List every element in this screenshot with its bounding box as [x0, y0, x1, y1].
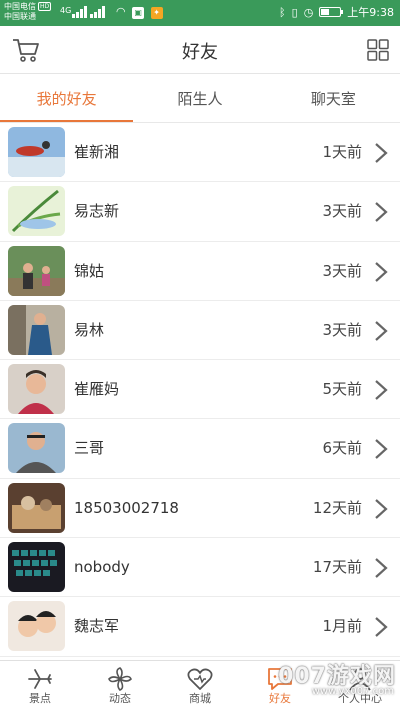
tab-label: 聊天室	[310, 90, 356, 108]
nav-profile[interactable]: 个人中心	[320, 661, 400, 709]
last-active-time: 3天前	[322, 202, 362, 221]
friend-row[interactable]: 锦姑 3天前	[0, 242, 400, 301]
avatar	[8, 186, 65, 237]
heart-icon	[187, 668, 213, 690]
friend-row[interactable]: 18503002718 12天前	[0, 479, 400, 539]
bottom-nav: 景点 动态 商城 好友 个人中心	[0, 660, 400, 709]
tab-label: 陌生人	[177, 90, 223, 108]
last-active-time: 17天前	[312, 558, 362, 577]
chevron-right-icon	[375, 261, 388, 282]
chevron-right-icon	[375, 202, 388, 223]
nav-store[interactable]: 商城	[160, 661, 240, 709]
alarm-icon: ◷	[303, 5, 314, 19]
friend-row[interactable]: 三哥 6天前	[0, 419, 400, 479]
friend-row[interactable]: 易志新 3天前	[0, 182, 400, 242]
chevron-right-icon	[375, 439, 388, 460]
app-notification-icon-2: ✦	[150, 7, 163, 19]
avatar	[8, 364, 65, 415]
chat-bubble-icon	[268, 668, 292, 690]
nav-moments[interactable]: 动态	[80, 661, 160, 709]
last-active-time: 3天前	[322, 261, 362, 280]
avatar	[8, 127, 65, 177]
friend-name: nobody	[74, 558, 130, 577]
status-time: 上午9:38	[347, 6, 394, 19]
network-type: 4G	[60, 6, 72, 15]
avatar	[8, 601, 65, 652]
nav-label: 动态	[109, 692, 131, 705]
friend-name: 崔新湘	[74, 143, 120, 161]
carrier-secondary: 中国联通	[4, 12, 36, 21]
friend-name: 18503002718	[74, 498, 179, 517]
pinwheel-icon	[108, 667, 132, 691]
status-right: ᛒ ▯ ◷ 上午9:38	[279, 4, 394, 20]
grid-menu-icon[interactable]	[367, 39, 389, 61]
friend-name: 魏志军	[74, 617, 120, 636]
battery-icon	[319, 7, 344, 17]
chevron-right-icon	[375, 617, 388, 638]
friend-row[interactable]: 魏志军 1月前	[0, 597, 400, 657]
nav-label: 商城	[189, 692, 211, 705]
avatar	[8, 245, 65, 296]
chevron-right-icon	[375, 321, 388, 341]
last-active-time: 12天前	[312, 498, 362, 517]
friend-list: 崔新湘 1天前 易志新 3天前 锦姑 3天前 易林 3天前 崔雁妈 5天前 三哥…	[0, 123, 400, 660]
chevron-right-icon	[375, 380, 388, 401]
friend-row[interactable]: nobody 17天前	[0, 538, 400, 598]
friend-tabs: 我的好友 陌生人 聊天室	[0, 75, 400, 123]
status-bar: 中国电信 HD 中国联通 4G ◠ ▣ ✦ ᛒ ▯ ◷ 上午9:38	[0, 0, 400, 26]
nav-label: 个人中心	[338, 692, 382, 705]
person-icon	[349, 668, 371, 691]
avatar	[8, 304, 65, 355]
last-active-time: 1天前	[322, 143, 362, 161]
chevron-right-icon	[375, 143, 388, 163]
friend-row[interactable]: 崔新湘 1天前	[0, 123, 400, 183]
avatar	[8, 542, 65, 593]
airplane-icon	[28, 669, 52, 689]
nav-label: 景点	[29, 692, 51, 705]
signal-icon	[72, 6, 105, 18]
last-active-time: 1月前	[322, 617, 362, 636]
vibrate-icon: ▯	[291, 5, 298, 19]
friend-name: 易志新	[74, 202, 120, 221]
friend-name: 易林	[74, 320, 105, 339]
app-notification-icon: ▣	[132, 7, 145, 19]
wifi-icon: ◠	[116, 5, 126, 18]
carrier-primary: 中国电信	[4, 2, 36, 11]
tab-my-friends[interactable]: 我的好友	[0, 75, 134, 122]
last-active-time: 5天前	[322, 380, 362, 399]
nav-scenic-spots[interactable]: 景点	[0, 661, 80, 709]
nav-friends[interactable]: 好友	[240, 661, 320, 709]
chevron-right-icon	[375, 558, 388, 578]
chevron-right-icon	[375, 498, 388, 519]
page-title: 好友	[182, 42, 218, 63]
tab-label: 我的好友	[36, 90, 97, 108]
hd-badge: HD	[38, 2, 52, 11]
avatar	[8, 482, 65, 533]
nav-label: 好友	[269, 692, 291, 705]
last-active-time: 6天前	[322, 439, 362, 458]
friend-name: 三哥	[74, 439, 105, 458]
last-active-time: 3天前	[322, 320, 362, 339]
friend-row[interactable]: 崔雁妈 5天前	[0, 360, 400, 420]
tab-chat-room[interactable]: 聊天室	[267, 75, 400, 122]
friend-name: 锦姑	[74, 261, 105, 280]
friend-row[interactable]: 易林 3天前	[0, 301, 400, 361]
tab-strangers[interactable]: 陌生人	[133, 75, 266, 122]
app-header: 好友	[0, 26, 400, 74]
bluetooth-icon: ᛒ	[279, 5, 286, 19]
avatar	[8, 423, 65, 474]
carrier-info: 中国电信 HD 中国联通	[4, 2, 52, 22]
friend-name: 崔雁妈	[74, 380, 120, 399]
notification-icons: ◠ ▣ ✦	[116, 5, 163, 19]
